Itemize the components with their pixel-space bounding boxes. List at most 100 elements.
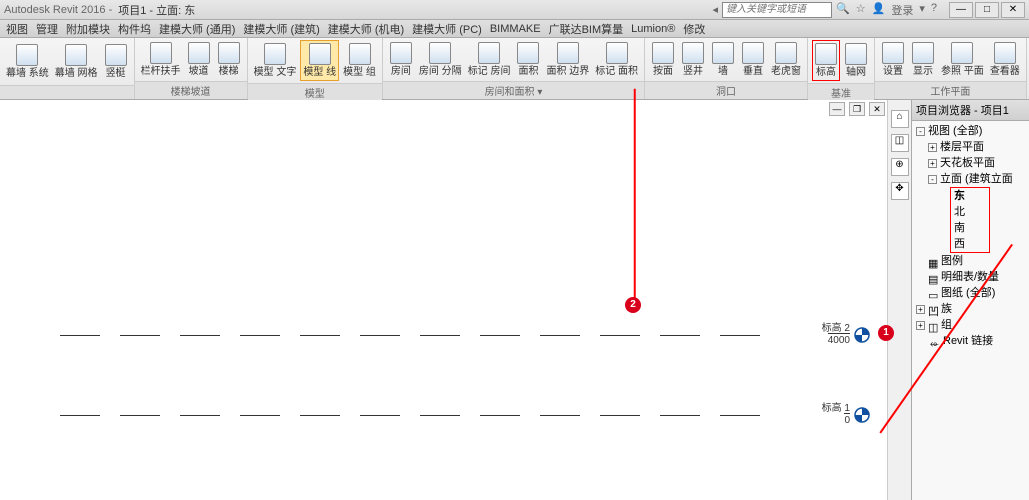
menu-item[interactable]: 建模大师 (机电) (328, 21, 404, 37)
close-button[interactable]: ✕ (1001, 2, 1025, 18)
ramp-icon (188, 42, 210, 64)
menu-item[interactable]: 建模大师 (通用) (159, 21, 235, 37)
model-group-button[interactable]: 模型 组 (341, 41, 378, 80)
tree-ceiling-plans[interactable]: +天花板平面 (914, 155, 1027, 171)
wall-opening-button[interactable]: 墙 (709, 40, 737, 79)
expand-icon[interactable]: + (928, 143, 937, 152)
user-icon[interactable]: 👤 (872, 2, 886, 18)
curtain-system-button[interactable]: 幕墙 系统 (4, 42, 51, 81)
vertical-button[interactable]: 垂直 (739, 40, 767, 79)
tree-elev-south[interactable]: 南 (952, 220, 988, 236)
tree-elev-north[interactable]: 北 (952, 204, 988, 220)
railing-button[interactable]: 栏杆扶手 (139, 40, 183, 79)
tag-room-button[interactable]: 标记 房间 (466, 40, 513, 79)
menu-item[interactable]: Lumion® (631, 23, 675, 35)
grid-button[interactable]: 轴网 (842, 41, 870, 80)
dropdown-icon[interactable]: ▾ (919, 2, 925, 18)
doc-restore-icon[interactable]: ❐ (849, 102, 865, 116)
by-face-button[interactable]: 按面 (649, 40, 677, 79)
tree-links[interactable]: ⬰Revit 链接 (914, 333, 1027, 349)
collapse-icon[interactable]: - (928, 175, 937, 184)
model-text-button[interactable]: 模型 文字 (252, 41, 299, 80)
tree-groups[interactable]: +◫组 (914, 317, 1027, 333)
area-boundary-icon (557, 42, 579, 64)
level-line-2[interactable]: 标高 2 4000 (60, 335, 780, 336)
nav-home-icon[interactable]: ⌂ (891, 110, 909, 128)
tree-sheets[interactable]: ▭图纸 (全部) (914, 285, 1027, 301)
menu-item[interactable]: 广联达BIM算量 (549, 21, 624, 37)
railing-icon (150, 42, 172, 64)
level-marker-icon (854, 407, 870, 423)
annotation-badge-1: 1 (878, 325, 894, 341)
group-icon: ◫ (928, 320, 938, 330)
level-button[interactable]: 标高 (812, 40, 840, 81)
area-boundary-button[interactable]: 面积 边界 (544, 40, 591, 79)
ramp-button[interactable]: 坡道 (185, 40, 213, 79)
tree-elevations[interactable]: -立面 (建筑立面 (914, 171, 1027, 187)
menu-item[interactable]: 管理 (36, 21, 58, 37)
menubar: 视图 管理 附加模块 构件坞 建模大师 (通用) 建模大师 (建筑) 建模大师 … (0, 20, 1029, 38)
ref-plane-icon (951, 42, 973, 64)
dormer-button[interactable]: 老虎窗 (769, 40, 803, 79)
canvas[interactable]: — ❐ ✕ 标高 2 4000 标高 1 0 (0, 100, 887, 500)
curtain-grid-icon (65, 44, 87, 66)
mullion-button[interactable]: 竖梃 (102, 42, 130, 81)
menu-item[interactable]: BIMMAKE (490, 23, 541, 35)
menu-item[interactable]: 视图 (6, 21, 28, 37)
level-icon (815, 43, 837, 65)
area-button[interactable]: 面积 (514, 40, 542, 79)
tag-area-button[interactable]: 标记 面积 (593, 40, 640, 79)
viewer-button[interactable]: 查看器 (988, 40, 1022, 79)
nav-zoom-icon[interactable]: ⊕ (891, 158, 909, 176)
nav-cube-icon[interactable]: ◫ (891, 134, 909, 152)
minimize-button[interactable]: — (949, 2, 973, 18)
star-icon[interactable]: ☆ (856, 2, 866, 18)
group-workplane-label: 工作平面 (875, 81, 1026, 99)
tree-legends[interactable]: ▦图例 (914, 253, 1027, 269)
nav-pan-icon[interactable]: ✥ (891, 182, 909, 200)
expand-icon[interactable]: + (928, 159, 937, 168)
room-button[interactable]: 房间 (387, 40, 415, 79)
tree-schedules[interactable]: ▤明细表/数量 (914, 269, 1027, 285)
tag-area-icon (606, 42, 628, 64)
login-label[interactable]: 登录 (891, 2, 913, 18)
tree-elev-west[interactable]: 西 (952, 236, 988, 252)
search-icon[interactable]: 🔍 (836, 2, 850, 18)
ref-plane-button[interactable]: 参照 平面 (939, 40, 986, 79)
tree-floor-plans[interactable]: +楼层平面 (914, 139, 1027, 155)
collapse-icon[interactable]: - (916, 127, 925, 136)
doc-title: 项目1 - 立面: 东 (118, 2, 195, 18)
group-model-label: 模型 (248, 83, 382, 101)
level-1-value: 0 (844, 413, 850, 426)
grid-icon (845, 43, 867, 65)
viewer-icon (994, 42, 1016, 64)
model-group-icon (349, 43, 371, 65)
menu-item[interactable]: 构件坞 (118, 21, 151, 37)
model-line-button[interactable]: 模型 线 (300, 40, 339, 81)
menu-item[interactable]: 建模大师 (建筑) (243, 21, 319, 37)
set-button[interactable]: 设置 (879, 40, 907, 79)
expand-icon[interactable]: + (916, 305, 925, 314)
room-sep-button[interactable]: 房间 分隔 (417, 40, 464, 79)
help-arrow-icon[interactable]: ◂ (713, 3, 719, 16)
shaft-button[interactable]: 竖井 (679, 40, 707, 79)
tree-views-root[interactable]: -视图 (全部) (914, 123, 1027, 139)
curtain-grid-button[interactable]: 幕墙 网格 (53, 42, 100, 81)
doc-minimize-icon[interactable]: — (829, 102, 845, 116)
show-button[interactable]: 显示 (909, 40, 937, 79)
menu-item[interactable]: 修改 (683, 21, 705, 37)
search-input[interactable] (722, 2, 832, 18)
menu-item[interactable]: 建模大师 (PC) (412, 21, 482, 37)
help-icon[interactable]: ? (931, 2, 937, 18)
stair-icon (218, 42, 240, 64)
wall-icon (712, 42, 734, 64)
expand-icon[interactable]: + (916, 321, 925, 330)
tag-room-icon (478, 42, 500, 64)
doc-close-icon[interactable]: ✕ (869, 102, 885, 116)
annotation-badge-2: 2 (625, 297, 641, 313)
menu-item[interactable]: 附加模块 (66, 21, 110, 37)
stair-button[interactable]: 楼梯 (215, 40, 243, 79)
level-line-1[interactable]: 标高 1 0 (60, 415, 780, 416)
maximize-button[interactable]: □ (975, 2, 999, 18)
tree-elev-east[interactable]: 东 (952, 188, 988, 204)
